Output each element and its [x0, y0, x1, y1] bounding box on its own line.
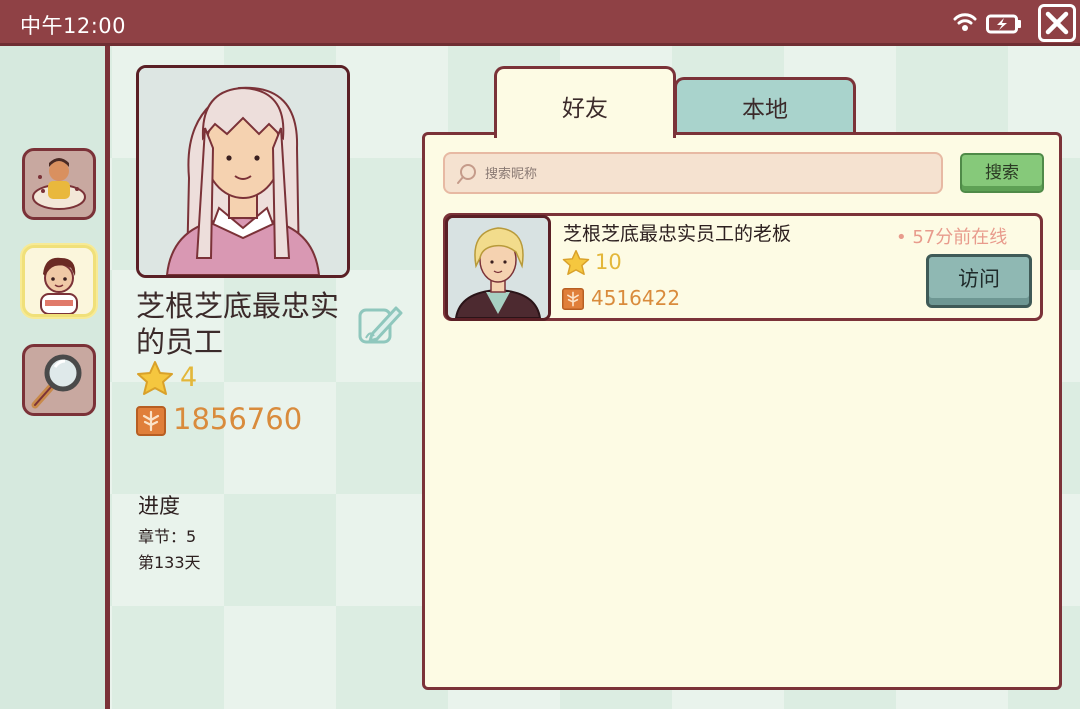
status-bar: 中午12:00 [0, 0, 1080, 46]
visit-button[interactable]: 访问 [926, 254, 1032, 308]
coin-emblem-icon [136, 406, 166, 436]
friend-name: 芝根芝底最忠实员工的老板 [563, 223, 792, 245]
friend-online-status: • 57分前在线 [896, 227, 1008, 248]
close-button[interactable] [1038, 4, 1076, 42]
friend-coins: 4516422 [591, 286, 681, 310]
player-level: 4 [180, 362, 198, 393]
player-avatar-icon [40, 257, 78, 314]
friend-avatar [445, 215, 551, 321]
pencil-edit-icon [358, 306, 403, 344]
search-icon [457, 164, 476, 184]
sidebar-item-characters[interactable] [22, 148, 96, 220]
clock: 中午12:00 [20, 14, 127, 38]
friend-level: 10 [595, 250, 622, 274]
sidebar-item-profile[interactable] [22, 245, 96, 317]
character-stack-icon [32, 158, 86, 210]
player-coins: 1856760 [173, 402, 303, 436]
sidebar-item-search[interactable] [22, 344, 96, 416]
progress-title: 进度 [138, 494, 180, 518]
close-x-icon [1045, 11, 1069, 35]
edit-name-button[interactable] [356, 300, 404, 346]
search-box [443, 152, 943, 194]
coin-emblem-icon [562, 288, 584, 310]
friends-panel: 搜索 芝根芝底最忠实员工的老板 • 57分前在线 10 [422, 132, 1062, 690]
sidebar [0, 46, 110, 709]
progress-chapter: 章节：5 [138, 527, 197, 546]
friend-card[interactable]: 芝根芝底最忠实员工的老板 • 57分前在线 10 4516422 访问 [443, 213, 1043, 321]
player-name: 芝根芝底最忠实的员工 [136, 289, 340, 359]
magnifier-icon [31, 354, 82, 409]
star-icon [137, 361, 173, 395]
player-portrait [136, 65, 350, 278]
battery-charging-icon [986, 14, 1022, 38]
search-button[interactable]: 搜索 [960, 153, 1044, 193]
wifi-icon [953, 11, 977, 37]
search-input[interactable] [485, 163, 925, 185]
progress-day: 第133天 [138, 553, 201, 572]
star-icon [562, 249, 590, 276]
tab-local[interactable]: 本地 [674, 77, 856, 135]
tab-friends[interactable]: 好友 [494, 66, 676, 138]
